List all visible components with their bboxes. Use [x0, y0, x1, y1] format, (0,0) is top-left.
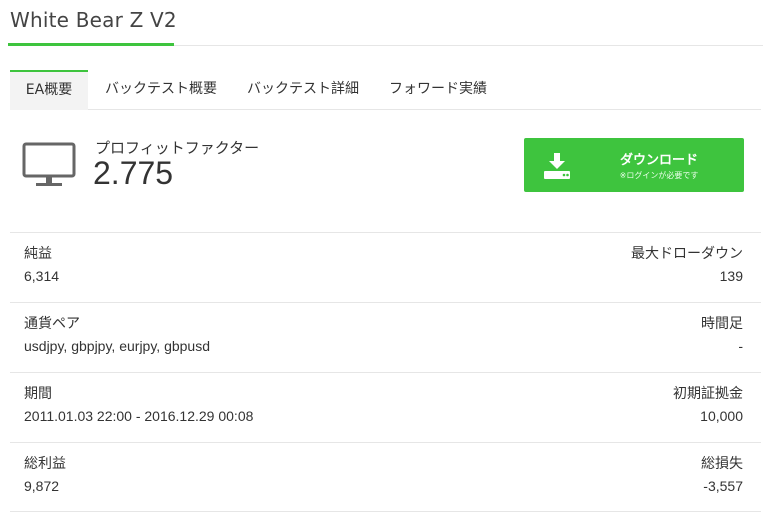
- net-profit-value: 6,314: [24, 268, 60, 284]
- download-icon: [544, 153, 570, 179]
- net-profit-label: 純益: [24, 246, 52, 262]
- tab-ea-overview[interactable]: EA概要: [10, 70, 88, 110]
- page-title: White Bear Z V2: [10, 8, 177, 32]
- gross-profit-value: 9,872: [24, 478, 60, 494]
- period-label: 期間: [24, 386, 52, 402]
- download-label: ダウンロード: [619, 153, 698, 168]
- initial-deposit-label: 初期証拠金: [673, 386, 743, 402]
- stats-row: 期間 2011.01.03 22:00 - 2016.12.29 00:08 初…: [10, 372, 761, 442]
- currency-pairs-value: usdjpy, gbpjpy, eurjpy, gbpusd: [24, 338, 211, 354]
- gross-loss-value: -3,557: [703, 478, 743, 494]
- timeframe-label: 時間足: [701, 316, 743, 332]
- max-drawdown-label: 最大ドローダウン: [631, 246, 743, 262]
- page-header: White Bear Z V2: [8, 0, 763, 46]
- timeframe-value: -: [738, 338, 743, 354]
- tab-bar: EA概要 バックテスト概要 バックテスト詳細 フォワード実績: [10, 70, 761, 110]
- tab-backtest-overview[interactable]: バックテスト概要: [90, 70, 232, 110]
- login-required-note: ※ログインが必要です: [619, 171, 699, 180]
- period-value: 2011.01.03 22:00 - 2016.12.29 00:08: [24, 408, 254, 424]
- initial-deposit-value: 10,000: [700, 408, 743, 424]
- stats-row: 総利益 9,872 総損失 -3,557: [10, 442, 761, 512]
- gross-profit-label: 総利益: [24, 456, 66, 472]
- currency-pairs-label: 通貨ペア: [24, 316, 80, 332]
- tab-backtest-details[interactable]: バックテスト詳細: [232, 70, 374, 110]
- download-button[interactable]: ダウンロード ※ログインが必要です: [524, 138, 744, 192]
- tab-forward-results[interactable]: フォワード実績: [374, 70, 502, 110]
- title-underline: [8, 43, 174, 46]
- stats-grid: 純益 6,314 最大ドローダウン 139 通貨ペア usdjpy, gbpjp…: [10, 232, 761, 512]
- gross-loss-label: 総損失: [701, 456, 743, 472]
- stats-row: 通貨ペア usdjpy, gbpjpy, eurjpy, gbpusd 時間足 …: [10, 302, 761, 372]
- max-drawdown-value: 139: [719, 268, 743, 284]
- stats-row: 純益 6,314 最大ドローダウン 139: [10, 232, 761, 302]
- monitor-icon: [22, 142, 76, 186]
- profit-factor-value: 2.775: [93, 155, 174, 191]
